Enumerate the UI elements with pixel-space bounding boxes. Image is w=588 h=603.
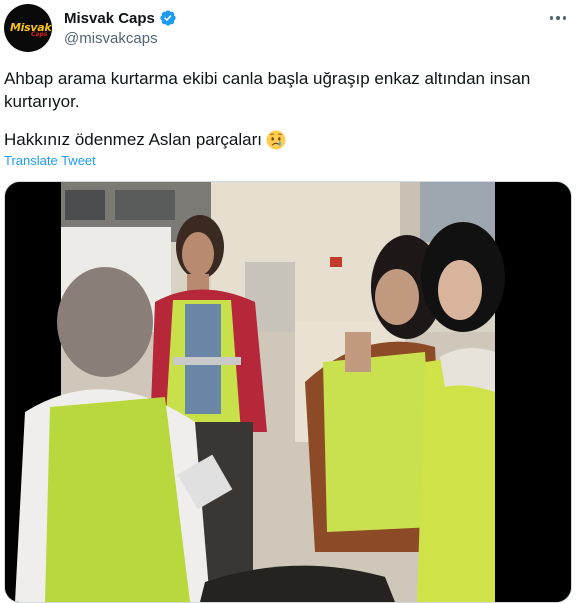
author-display-name[interactable]: Misvak Caps [64, 10, 155, 27]
translate-tweet-link[interactable]: Translate Tweet [4, 153, 96, 168]
avatar-logo-subtext: Caps [31, 31, 48, 38]
crying-face-emoji-icon [266, 130, 286, 149]
tweet-text-paragraph-1: Ahbap arama kurtarma ekibi canla başla u… [4, 69, 536, 111]
video-frame-image [5, 182, 571, 602]
tweet-text-paragraph-2: Hakkınız ödenmez Aslan parçaları [4, 130, 262, 149]
tweet-text-paragraph-2-row: Hakkınız ödenmez Aslan parçaları [4, 128, 286, 151]
author-name-row: Misvak Caps [64, 8, 177, 28]
verified-badge-icon [160, 10, 176, 26]
video-thumbnail[interactable] [4, 181, 572, 603]
tweet-card: Misvak Caps Misvak Caps @misvakcaps Ahba… [0, 0, 588, 603]
avatar[interactable]: Misvak Caps [4, 4, 52, 52]
author-handle[interactable]: @misvakcaps [64, 30, 158, 47]
more-options-icon[interactable] [546, 8, 570, 28]
